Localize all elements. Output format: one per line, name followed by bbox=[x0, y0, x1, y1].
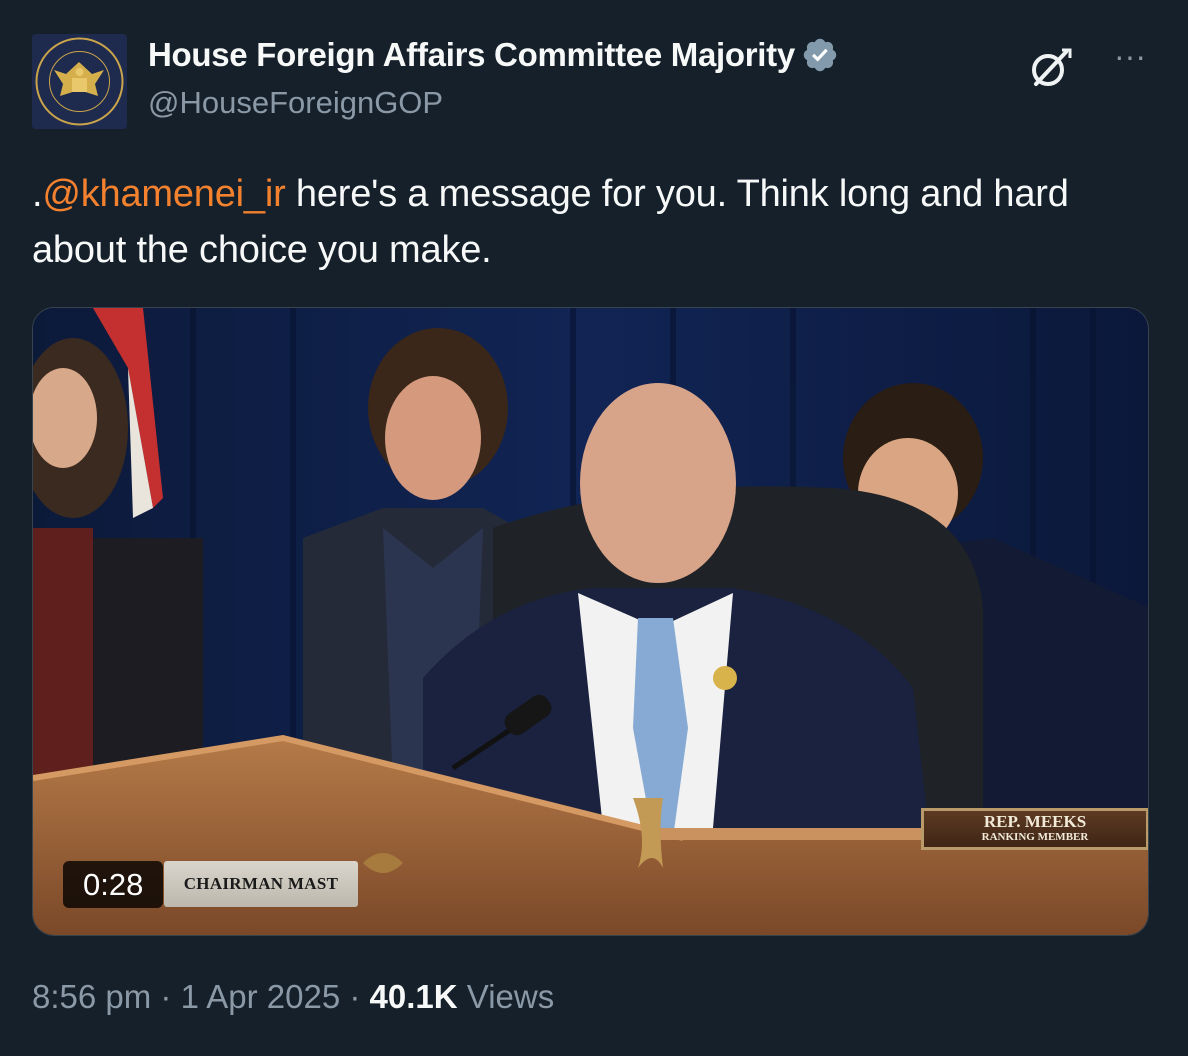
tweet-date[interactable]: 1 Apr 2025 bbox=[181, 978, 341, 1015]
tweet-meta: 8:56 pm · 1 Apr 2025 · 40.1K Views bbox=[32, 978, 554, 1016]
mention-link[interactable]: @khamenei_ir bbox=[42, 173, 285, 215]
more-options-button[interactable]: ··· bbox=[1108, 40, 1152, 76]
tweet-prefix: . bbox=[32, 173, 43, 215]
author-display-name[interactable]: House Foreign Affairs Committee Majority bbox=[148, 36, 839, 74]
views-count[interactable]: 40.1K bbox=[370, 978, 458, 1015]
display-name-text[interactable]: House Foreign Affairs Committee Majority bbox=[148, 36, 795, 74]
avatar[interactable] bbox=[32, 34, 127, 129]
verified-badge-icon[interactable] bbox=[801, 36, 839, 74]
tweet-time[interactable]: 8:56 pm bbox=[32, 978, 151, 1015]
tweet-text: .@khamenei_ir here's a message for you. … bbox=[32, 166, 1152, 278]
committee-seal-icon bbox=[32, 34, 127, 129]
nameplate-role: RANKING MEMBER bbox=[981, 831, 1089, 843]
nameplate-chairman: CHAIRMAN MAST bbox=[164, 861, 358, 907]
nameplate-name: REP. MEEKS bbox=[983, 812, 1087, 831]
video-duration-badge: 0:28 bbox=[63, 861, 164, 908]
grok-icon[interactable] bbox=[1026, 44, 1074, 92]
views-label: Views bbox=[457, 978, 555, 1015]
meta-separator: · bbox=[151, 978, 181, 1015]
author-handle[interactable]: @HouseForeignGOP bbox=[148, 85, 443, 121]
nameplate-ranking-member: REP. MEEKS RANKING MEMBER bbox=[921, 808, 1148, 850]
meta-separator: · bbox=[340, 978, 370, 1015]
video-player[interactable]: 0:28 CHAIRMAN MAST REP. MEEKS RANKING ME… bbox=[32, 307, 1149, 936]
